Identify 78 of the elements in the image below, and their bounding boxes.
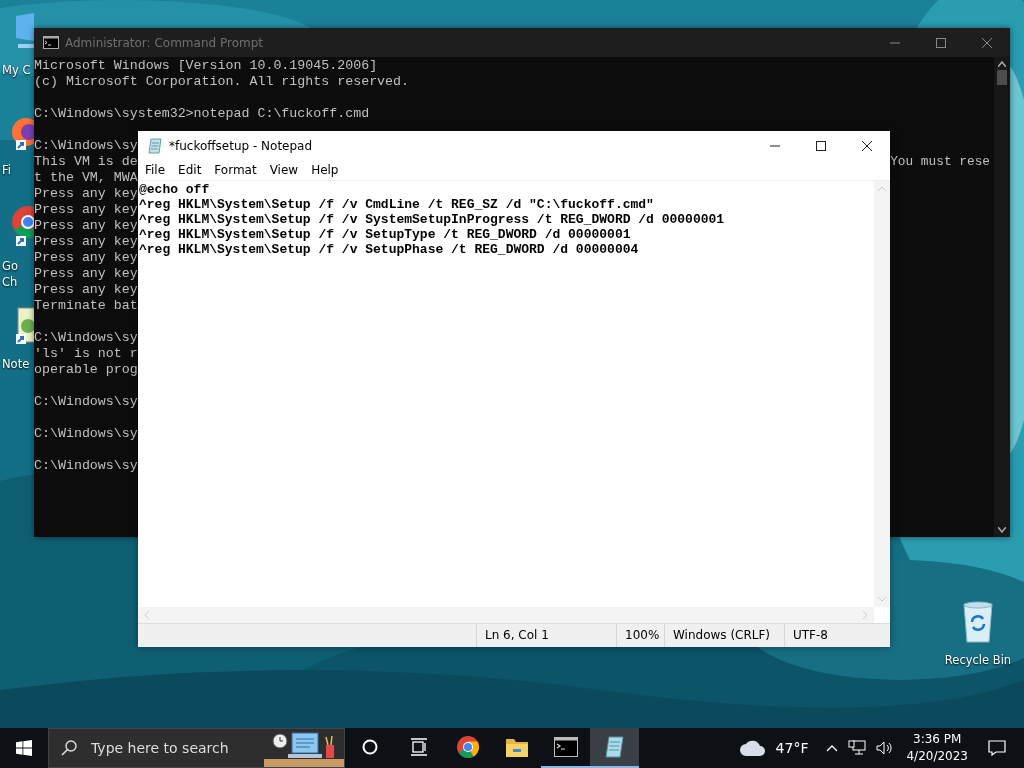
- console-line: Press any key: [34, 202, 138, 218]
- console-line: C:\Windows\sy: [34, 426, 138, 442]
- console-line: Press any key: [34, 250, 138, 266]
- speaker-icon[interactable]: [876, 741, 895, 755]
- scroll-right-icon: [863, 611, 868, 619]
- console-line: Press any key: [34, 282, 138, 298]
- status-text: UTF-8: [784, 624, 890, 647]
- editor-line: ^reg HKLM\System\Setup /f /v SetupType /t REG_DWORD /d 00000001: [139, 227, 632, 242]
- clock-date: 4/20/2023: [906, 748, 968, 765]
- chevron-up-icon[interactable]: [826, 744, 839, 752]
- search-input[interactable]: Type here to search: [89, 739, 243, 757]
- desktop-icon-label: My C: [2, 62, 32, 78]
- chrome-icon: [455, 735, 480, 759]
- status-text: Windows (CRLF): [664, 624, 784, 647]
- taskbar-app-button[interactable]: [590, 728, 639, 768]
- editor-line: ^reg HKLM\System\Setup /f /v SetupPhase /t REG_DWORD /d 00000004: [139, 242, 640, 257]
- console-line: C:\Windows\sy: [34, 458, 138, 474]
- menu-item[interactable]: Help: [304, 163, 345, 177]
- scrollbar[interactable]: [138, 607, 874, 623]
- notepad-icon: [147, 137, 163, 154]
- console-line: This VM is de: [34, 154, 138, 170]
- desktop-icon-label: Fi: [2, 162, 12, 178]
- scroll-up-icon: [878, 186, 886, 191]
- close-icon: [862, 140, 872, 151]
- windows-logo-icon: [16, 740, 32, 756]
- desktop-icon-label: Note: [2, 356, 31, 372]
- editor-line: ^reg HKLM\System\Setup /f /v SystemSetupInProgress /t REG_DWORD /d 00000001: [139, 212, 726, 227]
- scrollbar[interactable]: [874, 181, 890, 607]
- console-line: (c) Microsoft Corporation. All rights reserved.: [34, 74, 410, 90]
- search-field[interactable]: Type here to search: [48, 728, 345, 768]
- maximize-icon: [816, 140, 826, 151]
- console-line: Press any key: [34, 266, 138, 282]
- task-view-icon: [409, 738, 428, 756]
- console-line: Microsoft Windows [Version 10.0.19045.2006]: [34, 58, 378, 74]
- console-line: C:\Windows\sy: [34, 330, 138, 346]
- cortana-circle-icon: [361, 739, 378, 755]
- console-line: Press any key: [34, 186, 138, 202]
- terminal-icon: [43, 36, 59, 49]
- terminal-icon: [553, 737, 578, 757]
- scroll-down-icon: [878, 597, 886, 602]
- scroll-down-icon: [998, 527, 1006, 533]
- menu-item[interactable]: Edit: [171, 163, 208, 177]
- console-line: C:\Windows\system32>notepad C:\fuckoff.cmd: [34, 106, 370, 122]
- scrollbar[interactable]: [994, 57, 1010, 537]
- network-icon[interactable]: [848, 740, 867, 756]
- desktop-icon-label: Recycle Bin: [944, 652, 1012, 668]
- folder-icon: [504, 736, 529, 758]
- menu-item[interactable]: View: [262, 163, 305, 177]
- console-line: Press any key: [34, 234, 138, 250]
- status-text: Ln 6, Col 1: [476, 624, 616, 647]
- clock-time: 3:36 PM: [913, 731, 962, 748]
- notepad-icon: [602, 735, 627, 759]
- console-line: 'ls' is not r: [34, 346, 138, 362]
- console-line: t the VM, MWA: [34, 170, 138, 186]
- console-line: Terminate bat: [34, 298, 138, 314]
- editor-line: ^reg HKLM\System\Setup /f /v CmdLine /t REG_SZ /d "C:\fuckoff.cmd": [139, 197, 655, 212]
- window-title: Administrator: Command Prompt: [65, 35, 263, 50]
- editor-line: @echo off: [139, 182, 211, 197]
- console-line: operable prog: [34, 362, 138, 378]
- console-line: You must rese: [890, 154, 990, 170]
- console-line: Press any key: [34, 218, 138, 234]
- scrollbar-thumb[interactable]: [997, 70, 1007, 85]
- menu-item[interactable]: File: [138, 163, 172, 177]
- scroll-left-icon: [144, 611, 149, 619]
- cloud-icon[interactable]: [739, 740, 766, 756]
- notification-icon[interactable]: [988, 740, 1006, 756]
- window-title: *fuckoffsetup - Notepad: [169, 138, 313, 153]
- menu-item[interactable]: Format: [207, 163, 263, 177]
- status-text: 100%: [616, 624, 664, 647]
- console-line: C:\Windows\sy: [34, 394, 138, 410]
- desktop-icon-label: Go Ch: [2, 258, 19, 290]
- weather-temperature[interactable]: 47°F: [775, 740, 809, 756]
- maximize-icon: [936, 37, 946, 48]
- console-line: C:\Windows\sy: [34, 138, 138, 154]
- clock[interactable]: 3:36 PM 4/20/2023: [906, 731, 968, 765]
- search-icon: [61, 740, 77, 756]
- scroll-up-icon: [998, 61, 1006, 67]
- close-icon: [982, 37, 992, 48]
